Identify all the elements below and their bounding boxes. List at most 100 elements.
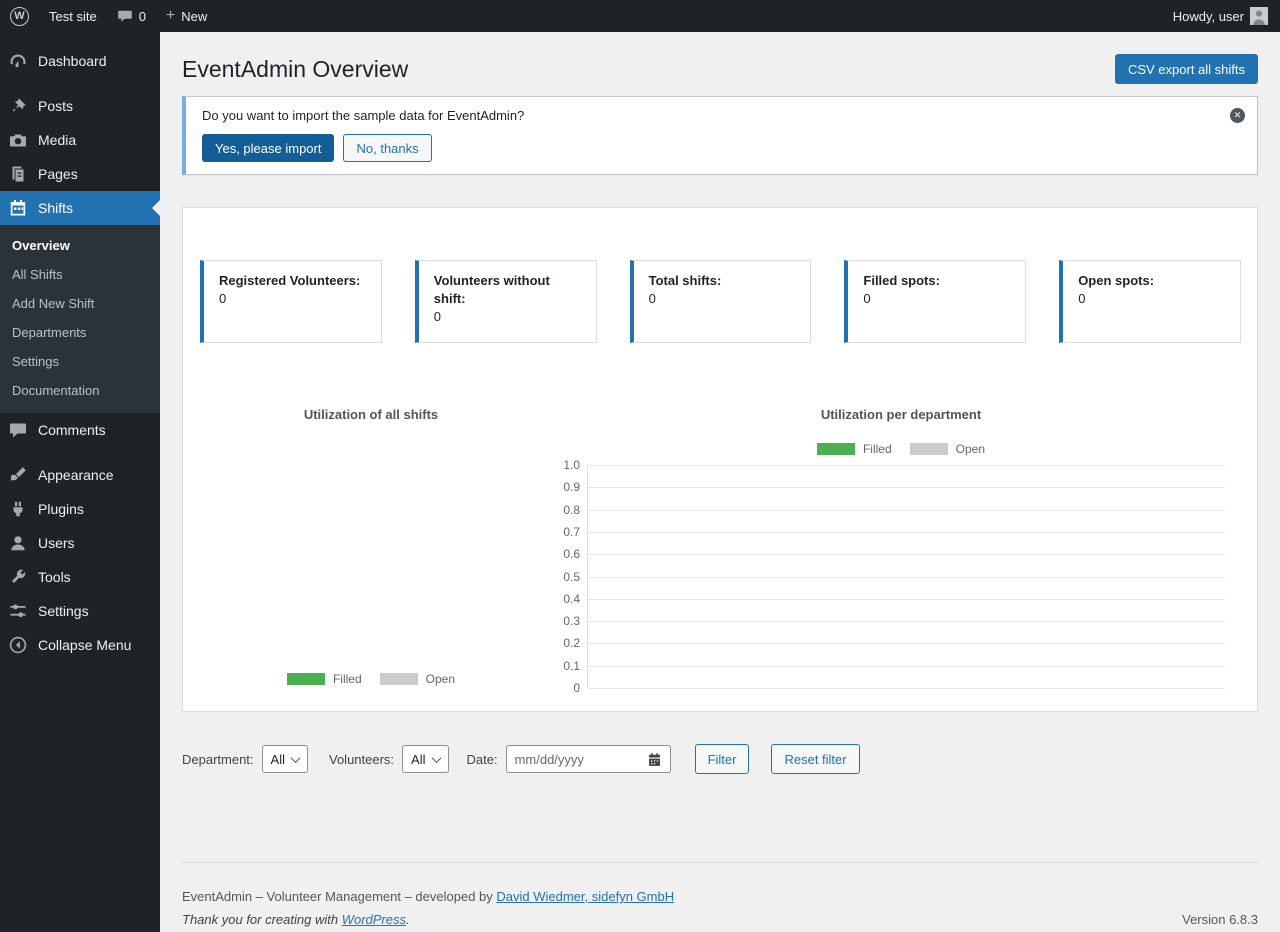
new-content-menu[interactable]: + New <box>156 0 217 32</box>
overview-card: Registered Volunteers:0Volunteers withou… <box>182 207 1258 712</box>
plugins-icon <box>8 499 28 519</box>
calendar-icon[interactable] <box>647 752 662 767</box>
comments-count: 0 <box>139 9 146 24</box>
sidebar-item-shifts[interactable]: Shifts <box>0 191 160 225</box>
submenu-item-settings[interactable]: Settings <box>0 347 160 376</box>
new-label: New <box>181 9 207 24</box>
sidebar-item-tools[interactable]: Tools <box>0 560 160 594</box>
import-no-button[interactable]: No, thanks <box>343 134 431 162</box>
admin-bar: W Test site 0 + New Howdy, user <box>0 0 1280 32</box>
sidebar-item-label: Tools <box>38 569 71 585</box>
sidebar-item-posts[interactable]: Posts <box>0 89 160 123</box>
dashboard-icon <box>8 51 28 71</box>
site-name-link[interactable]: Test site <box>39 0 107 32</box>
sidebar-item-media[interactable]: Media <box>0 123 160 157</box>
sidebar-item-collapse-menu[interactable]: Collapse Menu <box>0 628 160 662</box>
chart-legend: Filled Open <box>200 672 542 686</box>
menu-separator <box>0 447 160 458</box>
stat-label: Registered Volunteers: <box>219 272 366 290</box>
my-account-menu[interactable]: Howdy, user <box>1173 0 1268 32</box>
reset-filter-button[interactable]: Reset filter <box>771 744 859 774</box>
legend-item-filled: Filled <box>817 442 892 456</box>
utilization-per-department-chart: Utilization per department Filled Open 1… <box>561 407 1241 692</box>
chevron-down-icon <box>291 753 301 763</box>
stat-label: Open spots: <box>1078 272 1225 290</box>
sidebar-item-settings[interactable]: Settings <box>0 594 160 628</box>
stat-value: 0 <box>649 290 796 308</box>
stat-box-volunteers-without-shift: Volunteers without shift:0 <box>415 260 597 343</box>
wordpress-link[interactable]: WordPress <box>342 912 406 927</box>
submenu-item-add-new-shift[interactable]: Add New Shift <box>0 289 160 318</box>
thanks-text: Thank you for creating with <box>182 912 342 927</box>
legend-item-filled: Filled <box>287 672 362 686</box>
appearance-icon <box>8 465 28 485</box>
sidebar-item-label: Shifts <box>38 200 73 216</box>
sidebar-item-label: Plugins <box>38 501 84 517</box>
chart-grid <box>587 465 1225 688</box>
filter-bar: Department: All Volunteers: All Date: Fi… <box>182 744 1258 774</box>
submenu-item-documentation[interactable]: Documentation <box>0 376 160 405</box>
stat-box-open-spots: Open spots:0 <box>1059 260 1241 343</box>
stat-label: Volunteers without shift: <box>434 272 581 308</box>
wordpress-version: Version 6.8.3 <box>1182 912 1258 927</box>
thanks-period: . <box>406 912 410 927</box>
gridline <box>588 465 1225 466</box>
tools-icon <box>8 567 28 587</box>
site-name-label: Test site <box>49 9 97 24</box>
stat-box-registered-volunteers: Registered Volunteers:0 <box>200 260 382 343</box>
volunteers-selected-value: All <box>411 752 425 767</box>
page-title: EventAdmin Overview <box>182 56 408 83</box>
sidebar-item-label: Pages <box>38 166 78 182</box>
y-tick-label: 0.7 <box>563 525 580 539</box>
stat-box-total-shifts: Total shifts:0 <box>630 260 812 343</box>
chart-legend: Filled Open <box>561 442 1241 456</box>
dismiss-notice-icon[interactable]: ✕ <box>1230 108 1245 123</box>
notice-message: Do you want to import the sample data fo… <box>202 107 1217 124</box>
comments-shortcut[interactable]: 0 <box>107 0 156 32</box>
plus-icon: + <box>166 8 175 24</box>
sidebar-item-label: Settings <box>38 603 89 619</box>
gridline <box>588 487 1225 488</box>
sidebar-item-comments[interactable]: Comments <box>0 413 160 447</box>
gridline <box>588 554 1225 555</box>
pages-icon <box>8 164 28 184</box>
volunteers-label: Volunteers: <box>329 752 394 767</box>
stat-value: 0 <box>219 290 366 308</box>
y-tick-label: 0 <box>573 681 580 695</box>
chart-title: Utilization per department <box>561 407 1241 422</box>
wordpress-logo-icon: W <box>10 7 29 26</box>
y-tick-label: 0.6 <box>563 547 580 561</box>
wordpress-logo-menu[interactable]: W <box>0 0 39 32</box>
volunteers-select[interactable]: All <box>402 745 448 773</box>
sidebar-item-dashboard[interactable]: Dashboard <box>0 44 160 78</box>
submenu-item-all-shifts[interactable]: All Shifts <box>0 260 160 289</box>
page-footer: EventAdmin – Volunteer Management – deve… <box>182 862 1258 927</box>
sidebar-item-label: Media <box>38 132 76 148</box>
csv-export-button[interactable]: CSV export all shifts <box>1115 54 1258 84</box>
sidebar-item-appearance[interactable]: Appearance <box>0 458 160 492</box>
gridline <box>588 666 1225 667</box>
user-avatar <box>1250 7 1268 25</box>
y-tick-label: 0.1 <box>563 659 580 673</box>
gridline <box>588 621 1225 622</box>
developer-link[interactable]: David Wiedmer, sidefyn GmbH <box>496 889 674 904</box>
filled-swatch-icon <box>817 443 855 455</box>
settings-icon <box>8 601 28 621</box>
sidebar-item-plugins[interactable]: Plugins <box>0 492 160 526</box>
shifts-icon <box>8 198 28 218</box>
y-tick-label: 0.4 <box>563 592 580 606</box>
department-select[interactable]: All <box>262 745 308 773</box>
menu-separator <box>0 78 160 89</box>
plugin-credit: EventAdmin – Volunteer Management – deve… <box>182 889 1258 904</box>
stat-label: Total shifts: <box>649 272 796 290</box>
sidebar-item-pages[interactable]: Pages <box>0 157 160 191</box>
submenu-item-departments[interactable]: Departments <box>0 318 160 347</box>
date-input[interactable] <box>515 752 641 767</box>
collapse-icon <box>8 635 28 655</box>
sidebar-item-label: Collapse Menu <box>38 637 131 653</box>
filter-button[interactable]: Filter <box>695 744 750 774</box>
stat-value: 0 <box>1078 290 1225 308</box>
submenu-item-overview[interactable]: Overview <box>0 231 160 260</box>
import-yes-button[interactable]: Yes, please import <box>202 134 334 162</box>
sidebar-item-users[interactable]: Users <box>0 526 160 560</box>
